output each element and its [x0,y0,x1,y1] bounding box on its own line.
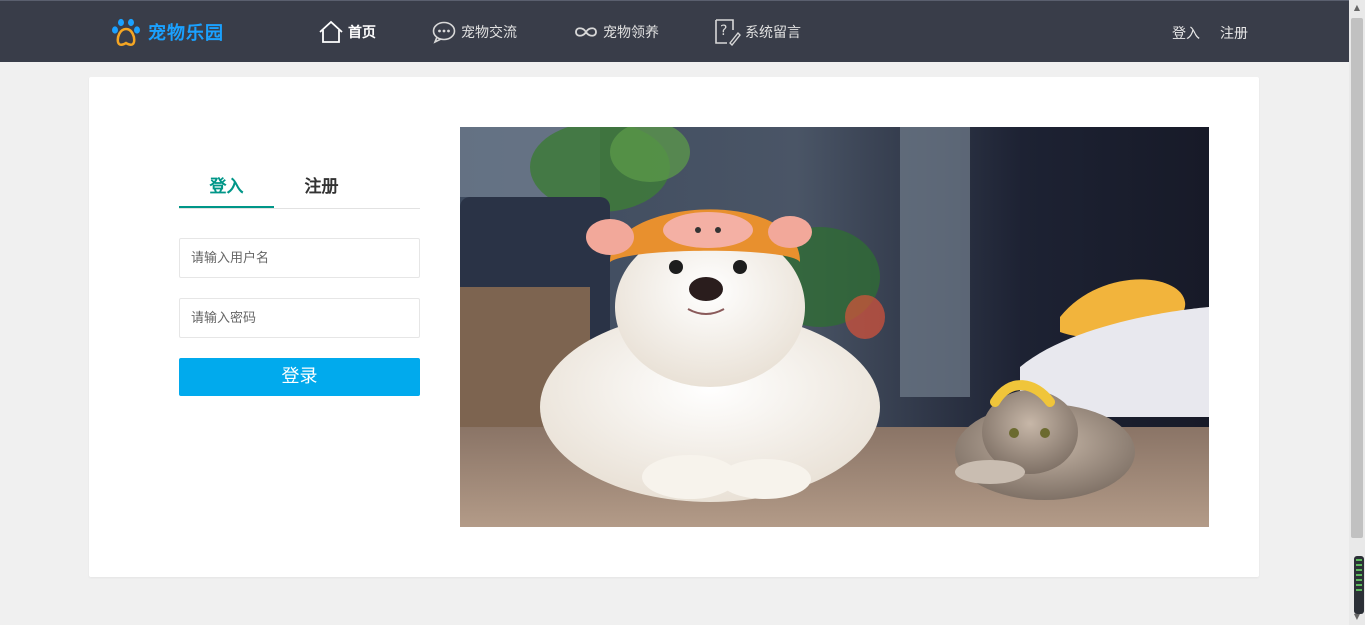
page-scrollbar[interactable]: ▲ ▼ [1349,0,1365,625]
paw-icon [112,18,140,46]
username-input[interactable] [179,238,420,278]
tab-register[interactable]: 注册 [274,170,369,207]
nav-item-messages[interactable]: ? 系统留言 [713,18,801,46]
tab-login[interactable]: 登入 [179,170,274,208]
login-link[interactable]: 登入 [1172,23,1200,43]
infinity-icon [575,27,597,37]
svg-text:?: ? [720,23,727,39]
home-icon [319,20,343,43]
system-meter-widget [1354,556,1364,614]
nav-item-label: 系统留言 [745,25,801,41]
nav-item-pet-exchange[interactable]: 宠物交流 [431,18,517,46]
nav-item-home[interactable]: 首页 [318,18,376,46]
auth-tabs: 登入 注册 [179,170,420,209]
register-link[interactable]: 注册 [1220,23,1248,43]
password-input[interactable] [179,298,420,338]
nav-item-label: 宠物交流 [461,25,517,41]
login-button[interactable]: 登录 [179,358,420,396]
top-navbar: 宠物乐园 首页 宠物交流 宠物领养 ? 系统留言 登入 注册 [0,0,1349,62]
nav-item-label: 宠物领养 [603,25,659,41]
nav-item-label: 首页 [348,25,376,41]
chat-icon [432,21,456,44]
brand-name: 宠物乐园 [148,23,224,44]
nav-item-pet-adoption[interactable]: 宠物领养 [573,18,659,46]
scroll-thumb[interactable] [1351,18,1363,538]
question-note-icon: ? [715,19,741,46]
pets-photo-illustration [460,127,1209,527]
scroll-up-arrow-icon[interactable]: ▲ [1349,0,1365,16]
brand-logo[interactable]: 宠物乐园 [110,15,224,49]
login-card: 登入 注册 登录 [89,77,1259,577]
pets-hero-photo [460,127,1209,527]
